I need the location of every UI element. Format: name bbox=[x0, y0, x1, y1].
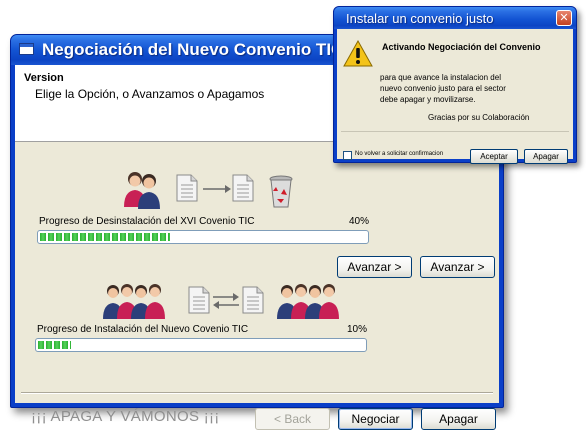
dialog-message-line: para que avance la instalacion del bbox=[380, 73, 501, 82]
uninstall-icon-row bbox=[124, 172, 293, 209]
avanzar-button-1[interactable]: Avanzar > bbox=[337, 256, 412, 278]
install-progress-bar bbox=[35, 338, 367, 352]
recycle-bin-icon bbox=[269, 175, 293, 208]
install-icon-row bbox=[103, 284, 339, 319]
no-confirm-checkbox-label[interactable]: No volver a solicitar confirmacion bbox=[355, 151, 443, 157]
dialog-heading: Activando Negociación del Convenio bbox=[382, 42, 541, 52]
no-confirm-checkbox[interactable] bbox=[343, 151, 352, 160]
people-icon bbox=[103, 284, 165, 319]
warning-icon bbox=[343, 40, 373, 67]
back-button[interactable]: < Back bbox=[255, 408, 330, 430]
dialog-body: Activando Negociación del Convenio para … bbox=[337, 29, 573, 164]
dialog-apagar-button[interactable]: Apagar bbox=[524, 149, 568, 164]
uninstall-progress-fill bbox=[40, 233, 171, 241]
header-heading: Version bbox=[24, 72, 64, 84]
footer-slogan: ¡¡¡ APAGA Y VÁMONOS ¡¡¡ bbox=[31, 408, 220, 425]
document-icon bbox=[242, 286, 264, 314]
people-icon bbox=[124, 172, 160, 209]
confirm-dialog: Instalar un convenio justo ✕ Activando N… bbox=[333, 6, 577, 164]
install-progress-fill bbox=[38, 341, 71, 349]
dialog-titlebar[interactable]: Instalar un convenio justo ✕ bbox=[334, 7, 576, 29]
aceptar-button[interactable]: Aceptar bbox=[470, 149, 518, 164]
people-icon bbox=[277, 284, 339, 319]
dialog-message-line: nuevo convenio justo para el sector bbox=[380, 84, 506, 93]
uninstall-progress-bar bbox=[37, 230, 369, 244]
close-icon: ✕ bbox=[559, 12, 569, 24]
uninstall-progress-label: Progreso de Desinstalación del XVI Coven… bbox=[39, 216, 255, 227]
footer-divider bbox=[21, 392, 493, 394]
window-icon bbox=[19, 43, 34, 55]
header-subtitle: Elige la Opción, o Avanzamos o Apagamos bbox=[35, 87, 265, 101]
dialog-thanks: Gracias por su Colaboración bbox=[428, 113, 530, 122]
install-progress-label: Progreso de Instalación del Nuevo Coveni… bbox=[37, 324, 249, 335]
arrows-exchange-icon bbox=[213, 293, 239, 309]
document-icon bbox=[188, 286, 210, 314]
avanzar-button-2[interactable]: Avanzar > bbox=[420, 256, 495, 278]
close-button[interactable]: ✕ bbox=[556, 10, 572, 26]
dialog-footer-divider bbox=[341, 131, 569, 132]
arrow-right-icon bbox=[203, 185, 231, 193]
dialog-title: Instalar un convenio justo bbox=[346, 11, 494, 26]
document-icon bbox=[176, 174, 198, 202]
install-progress-percent: 10% bbox=[347, 324, 368, 335]
uninstall-progress-percent: 40% bbox=[349, 216, 370, 227]
dialog-message: para que avance la instalacion del nuevo… bbox=[380, 72, 506, 105]
document-icon bbox=[232, 174, 254, 202]
negociar-button[interactable]: Negociar bbox=[338, 408, 413, 430]
main-window-title: Negociación del Nuevo Convenio TIC bbox=[42, 40, 344, 59]
apagar-button[interactable]: Apagar bbox=[421, 408, 496, 430]
dialog-message-line: debe apagar y movilizarse. bbox=[380, 95, 476, 104]
